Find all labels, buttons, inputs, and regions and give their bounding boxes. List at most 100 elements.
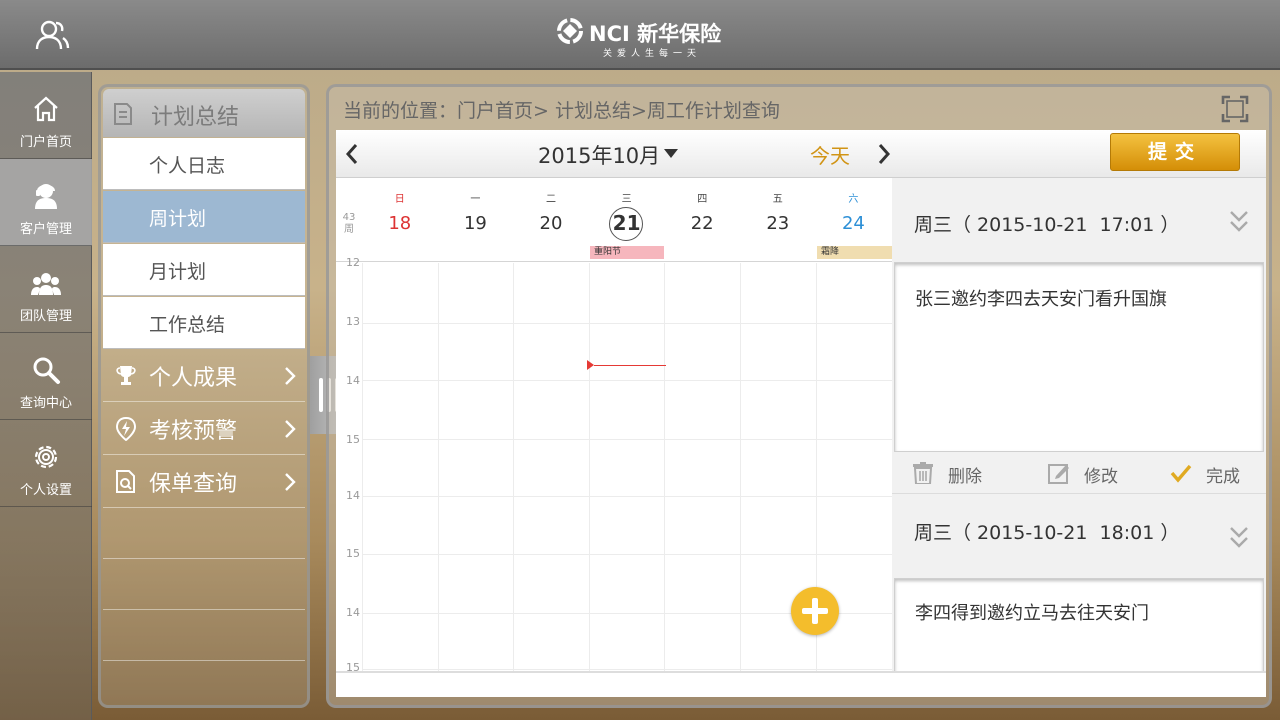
today-button[interactable]: 今天	[810, 140, 850, 169]
submenu-item-monthly-plan[interactable]: 月计划	[103, 244, 305, 296]
submenu-header: 计划总结	[103, 89, 305, 137]
delete-label: 删除	[948, 467, 982, 487]
nav-item-settings[interactable]: 个人设置	[0, 420, 92, 507]
plan-title: 周三（ 2015-10-21 17:01 ）	[914, 214, 1180, 236]
fullscreen-icon[interactable]	[1221, 95, 1249, 123]
grid-line	[362, 380, 892, 381]
top-bar: NCI 新华保险 关爱人生每一天	[0, 0, 1280, 70]
submenu-group-label: 个人成果	[149, 366, 238, 391]
handle-grip	[319, 378, 323, 412]
submenu-group-label: 考核预警	[149, 419, 238, 444]
calendar-toolbar: 2015年10月 今天 提交	[336, 130, 1266, 178]
submit-button[interactable]: 提交	[1110, 133, 1240, 171]
chevron-left-icon[interactable]	[344, 142, 360, 166]
plus-icon	[812, 598, 818, 624]
plan-header[interactable]: 周三（ 2015-10-21 18:01 ）	[892, 494, 1266, 578]
submenu-item-label: 周计划	[149, 208, 207, 230]
plan-content: 李四得到邀约立马去往天安门	[915, 603, 1149, 624]
nav-item-customer[interactable]: 客户管理	[0, 159, 92, 246]
brand-slogan: 关爱人生每一天	[603, 49, 702, 59]
grid-line	[362, 496, 892, 497]
submenu-item-weekly-plan[interactable]: 周计划	[103, 191, 305, 243]
policy-search-icon	[116, 470, 135, 493]
team-icon	[31, 273, 61, 295]
add-plan-button[interactable]	[791, 587, 839, 635]
submenu-item-label: 个人日志	[149, 155, 226, 177]
grid-line	[437, 263, 439, 671]
plan-header[interactable]: 周三（ 2015-10-21 17:01 ）	[892, 178, 1266, 262]
nav-label: 门户首页	[19, 135, 72, 150]
month-selector[interactable]: 2015年10月	[538, 140, 660, 170]
holiday-badge[interactable]: 霜降	[817, 246, 892, 259]
plan-content-box[interactable]: 张三邀约李四去天安门看升国旗	[894, 262, 1264, 452]
holiday-badge[interactable]: 重阳节	[590, 246, 664, 259]
chevron-right-icon	[285, 473, 296, 491]
week-number-unit: 周	[344, 224, 354, 235]
submenu-blank-row	[103, 509, 305, 559]
plan-list: 周三（ 2015-10-21 17:01 ） 张三邀约李四去天安门看升国旗 删除	[892, 178, 1266, 671]
week-calendar: 43 周 日 18 一 19 二 20 三 21 四 22 五 23 六 24 …	[336, 178, 892, 671]
weekday-label: 四	[697, 194, 708, 205]
bottom-strip	[336, 671, 1266, 697]
grid-line	[362, 669, 892, 670]
chevron-right-icon[interactable]	[876, 142, 892, 166]
nav-item-team[interactable]: 团队管理	[0, 246, 92, 333]
current-time-marker	[587, 360, 594, 370]
grid-line	[664, 263, 666, 671]
customer-icon	[35, 184, 57, 209]
caret-down-icon[interactable]	[664, 149, 678, 158]
nav-item-query[interactable]: 查询中心	[0, 333, 92, 420]
edit-button[interactable]: 修改	[1048, 452, 1138, 494]
date-number: 18	[388, 213, 412, 234]
day-column-sun[interactable]: 日 18	[362, 178, 438, 262]
submenu-item-work-summary[interactable]: 工作总结	[103, 297, 305, 349]
hour-label: 15	[346, 661, 360, 671]
plan-actions: 删除 修改 完成	[892, 452, 1266, 494]
date-number: 24	[841, 213, 865, 234]
double-chevron-down-icon[interactable]	[1228, 524, 1250, 552]
nav-item-home[interactable]: 门户首页	[0, 72, 92, 159]
weekday-label: 日	[394, 194, 405, 205]
day-column-mon[interactable]: 一 19	[438, 178, 514, 262]
plan-content-box[interactable]: 李四得到邀约立马去往天安门	[894, 578, 1264, 671]
trophy-icon	[116, 366, 136, 385]
breadcrumb: 当前的位置：门户首页> 计划总结>周工作计划查询	[343, 100, 780, 122]
day-column-tue[interactable]: 二 20	[513, 178, 589, 262]
double-chevron-down-icon[interactable]	[1228, 208, 1250, 236]
submenu-item-daily-log[interactable]: 个人日志	[103, 138, 305, 190]
current-time-line	[594, 365, 666, 366]
submenu-group-warning[interactable]: 考核预警	[103, 403, 305, 455]
left-nav: 门户首页 客户管理 团队管理 查询中心 个人设置	[0, 72, 92, 720]
hour-label: 12	[346, 256, 360, 269]
plan-title: 周三（ 2015-10-21 18:01 ）	[914, 522, 1180, 544]
submenu-item-label: 月计划	[149, 261, 207, 283]
user-icon[interactable]	[34, 19, 70, 51]
search-icon	[33, 357, 60, 384]
submenu-group-policy-search[interactable]: 保单查询	[103, 456, 305, 508]
hour-label: 14	[346, 606, 360, 619]
brand-name: NCI 新华保险	[589, 22, 722, 46]
delete-button[interactable]: 删除	[912, 452, 1002, 494]
hour-label: 15	[346, 433, 360, 446]
home-icon	[34, 96, 58, 122]
hour-label: 15	[346, 547, 360, 560]
grid-line	[362, 439, 892, 440]
day-column-fri[interactable]: 五 23	[740, 178, 816, 262]
complete-button[interactable]: 完成	[1170, 452, 1260, 494]
chevron-right-icon	[285, 420, 296, 438]
day-column-thu[interactable]: 四 22	[664, 178, 740, 262]
edit-icon	[1048, 464, 1069, 484]
hour-label: 13	[346, 315, 360, 328]
weekday-label: 二	[545, 194, 556, 205]
weekday-label: 三	[621, 194, 632, 205]
week-number-value: 43	[342, 212, 356, 223]
gear-icon	[34, 445, 58, 469]
submenu-group-achievements[interactable]: 个人成果	[103, 350, 305, 402]
grid-line	[740, 263, 741, 671]
submenu-blank-row	[103, 560, 305, 610]
grid-line	[362, 323, 892, 324]
date-number: 20	[539, 213, 563, 234]
grid-line	[513, 263, 515, 671]
nav-label: 查询中心	[19, 396, 72, 411]
plan-content: 张三邀约李四去天安门看升国旗	[915, 289, 1167, 310]
